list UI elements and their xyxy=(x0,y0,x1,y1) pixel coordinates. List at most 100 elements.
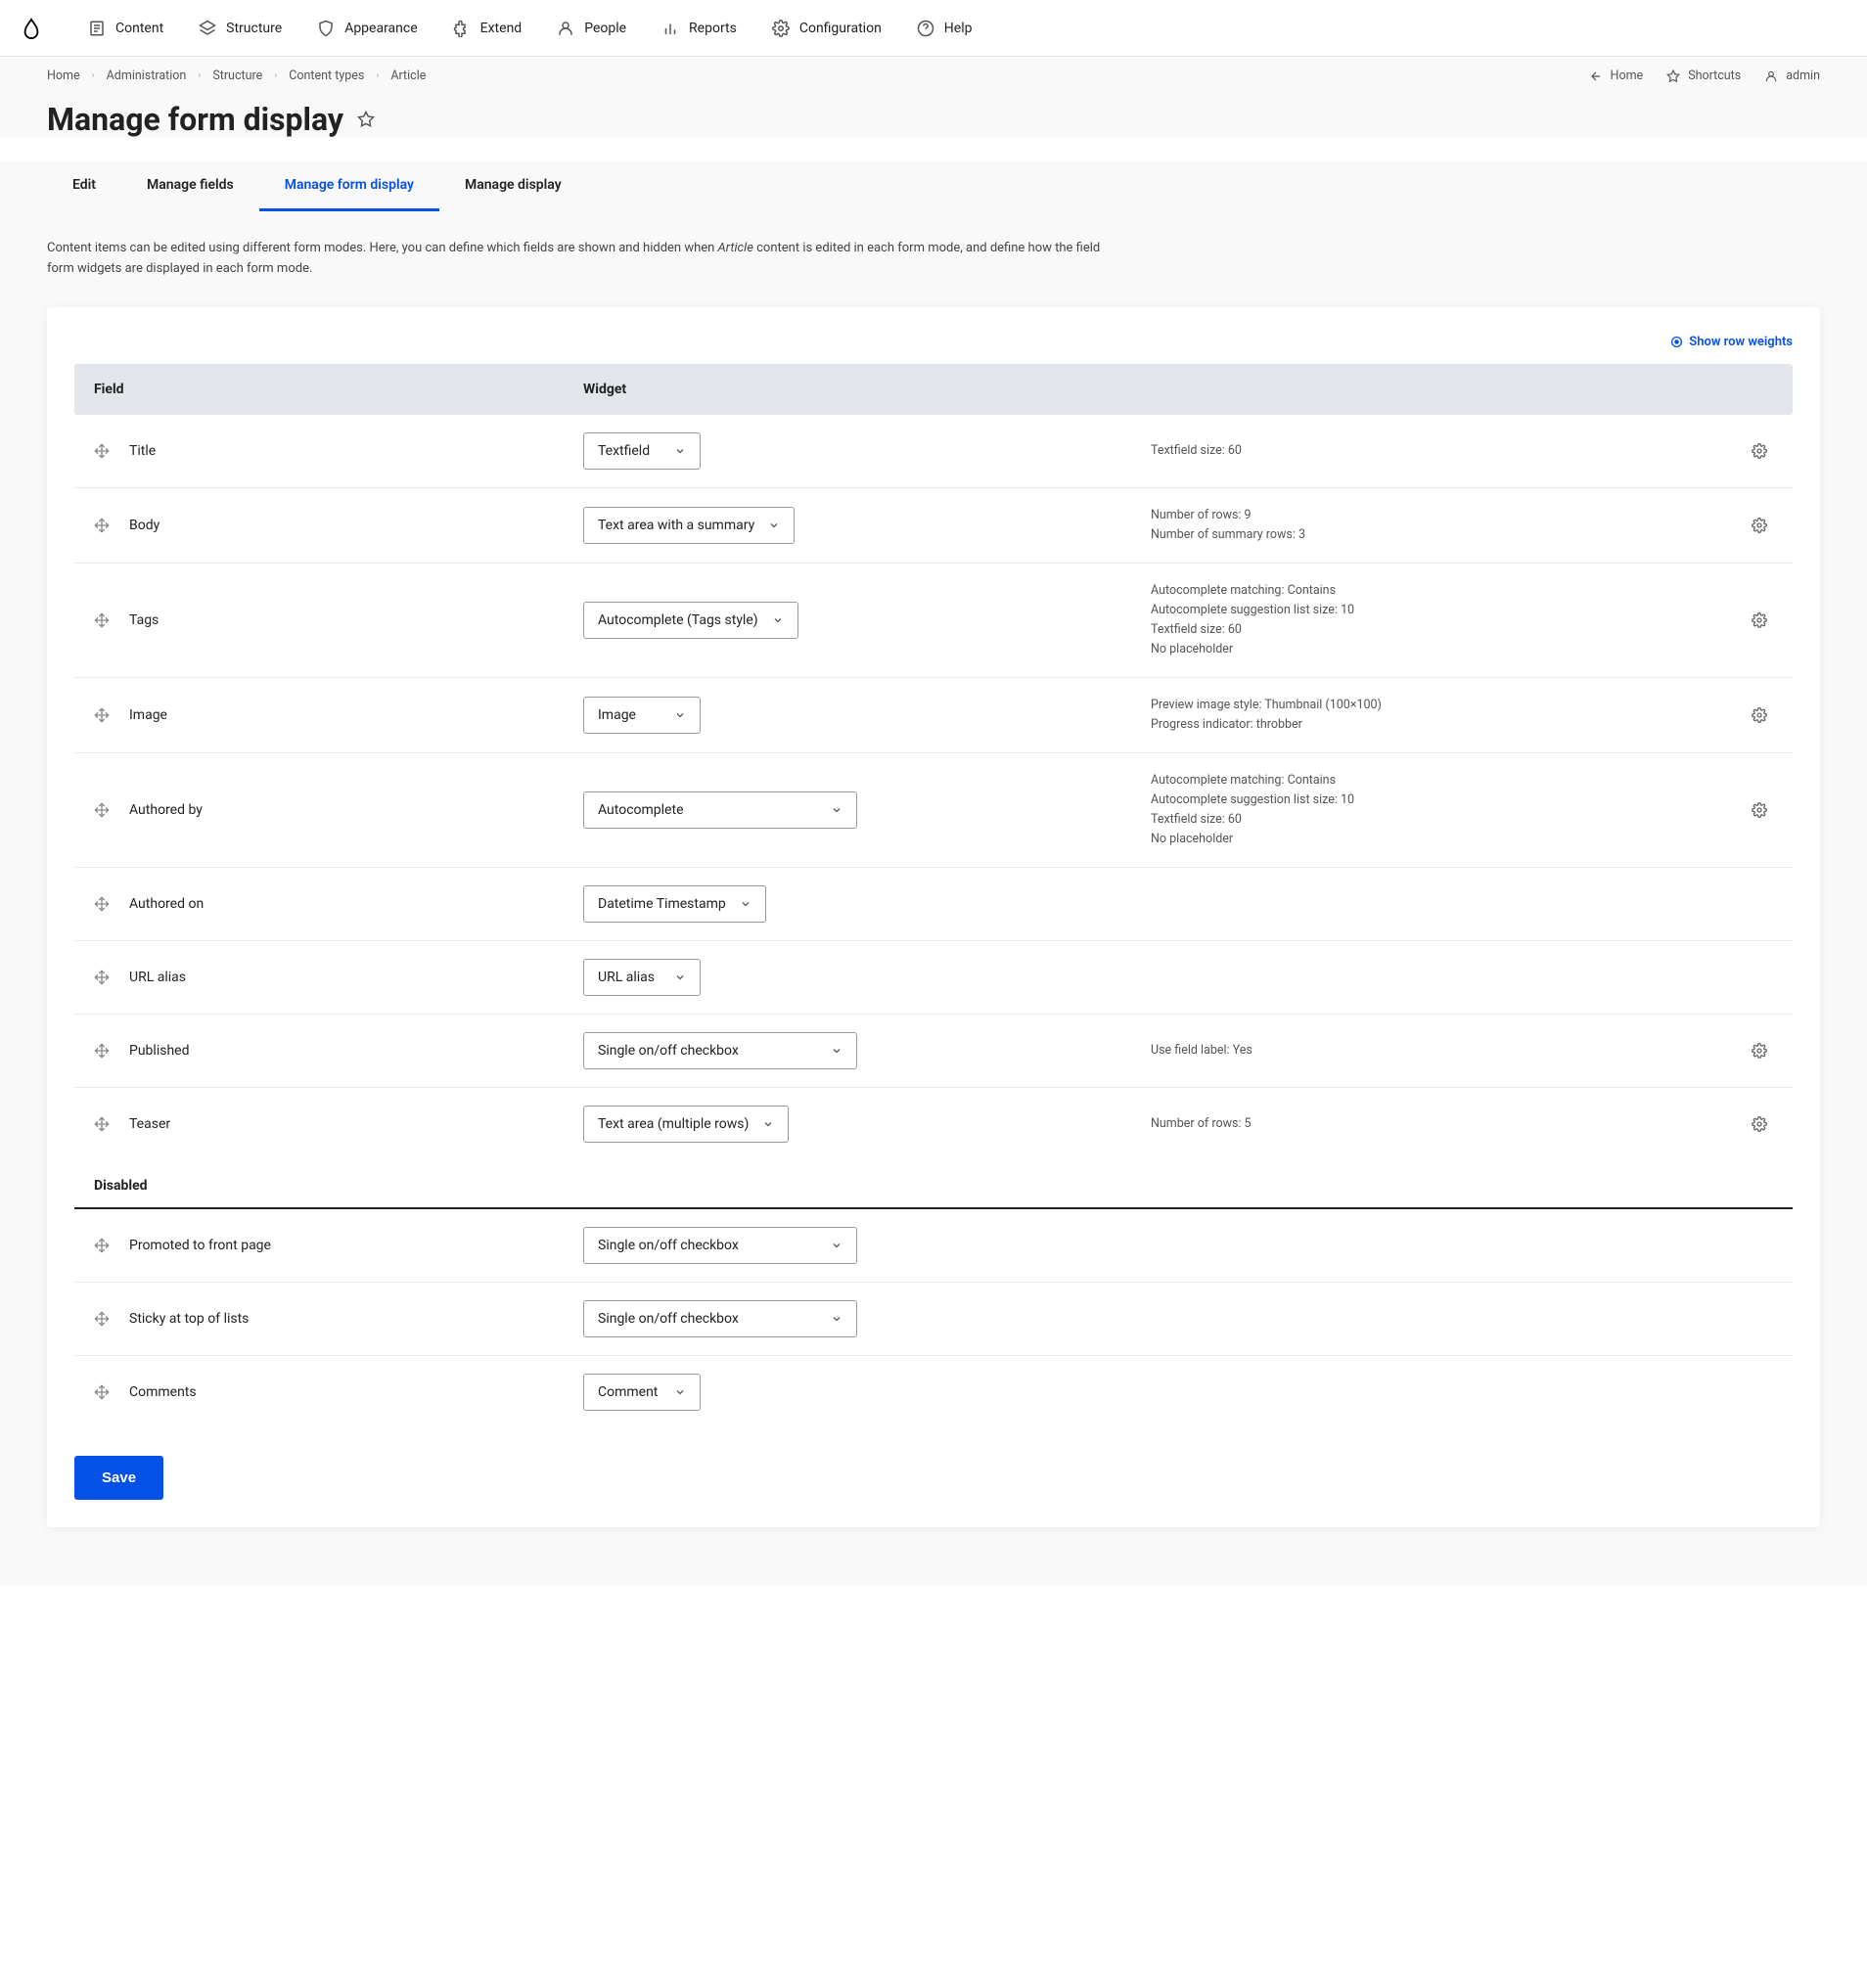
drag-handle-icon[interactable] xyxy=(94,1116,110,1132)
nav-label: Structure xyxy=(226,21,282,36)
tab-manage-form-display[interactable]: Manage form display xyxy=(259,161,439,211)
drag-handle-icon[interactable] xyxy=(94,1384,110,1400)
widget-select[interactable]: Image xyxy=(583,697,701,734)
drag-handle-icon[interactable] xyxy=(94,707,110,723)
show-row-weights-link[interactable]: Show row weights xyxy=(1670,335,1793,349)
summary-cell: Autocomplete matching: ContainsAutocompl… xyxy=(1151,581,1714,659)
nav-reports[interactable]: Reports xyxy=(644,0,754,57)
settings-button[interactable] xyxy=(1746,512,1773,539)
widget-select[interactable]: Autocomplete (Tags style) xyxy=(583,602,798,639)
widget-select[interactable]: Single on/off checkbox xyxy=(583,1032,857,1069)
field-name: Authored on xyxy=(129,896,204,912)
nav-people[interactable]: People xyxy=(539,0,644,57)
shortcuts-link[interactable]: Shortcuts xyxy=(1666,68,1741,83)
breadcrumb-sep: › xyxy=(92,70,95,81)
body: Content items can be edited using differ… xyxy=(0,211,1867,1586)
puzzle-icon xyxy=(453,20,471,37)
tab-manage-display[interactable]: Manage display xyxy=(439,161,587,211)
breadcrumb-item[interactable]: Content types xyxy=(289,68,364,83)
nav-label: Extend xyxy=(480,21,523,36)
field-name: Image xyxy=(129,707,167,723)
user-icon xyxy=(557,20,574,37)
gear-icon xyxy=(1752,707,1767,723)
settings-button[interactable] xyxy=(1746,437,1773,465)
widget-select[interactable]: Textfield xyxy=(583,432,701,470)
summary-cell: Number of rows: 5 xyxy=(1151,1114,1714,1134)
breadcrumb-item[interactable]: Administration xyxy=(107,68,187,83)
widget-select-value: Datetime Timestamp xyxy=(598,896,726,912)
drag-handle-icon[interactable] xyxy=(94,802,110,818)
drag-handle-icon[interactable] xyxy=(94,1238,110,1253)
intro-text: Content items can be edited using differ… xyxy=(47,239,1123,280)
widget-select[interactable]: Comment xyxy=(583,1374,701,1411)
breadcrumb-sep: › xyxy=(198,70,201,81)
nav-configuration[interactable]: Configuration xyxy=(754,0,899,57)
drag-handle-icon[interactable] xyxy=(94,970,110,985)
chevron-down-icon xyxy=(740,898,751,910)
drag-handle-icon[interactable] xyxy=(94,896,110,912)
nav-label: Content xyxy=(115,21,163,36)
widget-select-value: Single on/off checkbox xyxy=(598,1311,739,1327)
subbar: Home›Administration›Structure›Content ty… xyxy=(0,57,1867,83)
table-row: TitleTextfieldTextfield size: 60 xyxy=(74,415,1793,488)
table-row: ImageImagePreview image style: Thumbnail… xyxy=(74,678,1793,753)
settings-button[interactable] xyxy=(1746,1110,1773,1138)
widget-select-value: Comment xyxy=(598,1384,658,1400)
gear-icon xyxy=(1752,518,1767,533)
chevron-down-icon xyxy=(831,1045,842,1057)
widget-select-value: Single on/off checkbox xyxy=(598,1043,739,1059)
widget-select[interactable]: Text area (multiple rows) xyxy=(583,1106,789,1143)
star-icon[interactable] xyxy=(357,111,375,128)
drag-handle-icon[interactable] xyxy=(94,443,110,459)
drag-handle-icon[interactable] xyxy=(94,1311,110,1327)
drag-handle-icon[interactable] xyxy=(94,518,110,533)
settings-button[interactable] xyxy=(1746,701,1773,729)
field-name: Title xyxy=(129,443,156,459)
settings-button[interactable] xyxy=(1746,607,1773,634)
widget-select-value: Text area (multiple rows) xyxy=(598,1116,749,1132)
table-row: Tags Autocomplete (Tags style) Autocomplet… xyxy=(74,564,1793,678)
chevron-down-icon xyxy=(674,445,686,457)
summary-cell: Number of rows: 9Number of summary rows:… xyxy=(1151,506,1714,545)
chevron-down-icon xyxy=(772,614,784,626)
chevron-down-icon xyxy=(674,971,686,983)
chevron-down-icon xyxy=(674,1386,686,1398)
widget-select[interactable]: Single on/off checkbox xyxy=(583,1227,857,1264)
breadcrumb-item[interactable]: Structure xyxy=(212,68,262,83)
widget-select[interactable]: Datetime Timestamp xyxy=(583,885,766,923)
user-link[interactable]: admin xyxy=(1764,68,1820,83)
widget-select-value: Text area with a summary xyxy=(598,518,754,533)
nav-structure[interactable]: Structure xyxy=(181,0,299,57)
field-name: Teaser xyxy=(129,1116,170,1132)
settings-button[interactable] xyxy=(1746,1037,1773,1064)
drag-handle-icon[interactable] xyxy=(94,612,110,628)
breadcrumb-item[interactable]: Article xyxy=(390,68,426,83)
nav-help[interactable]: Help xyxy=(899,0,990,57)
breadcrumb-item[interactable]: Home xyxy=(47,68,80,83)
widget-select[interactable]: Single on/off checkbox xyxy=(583,1300,857,1337)
tab-manage-fields[interactable]: Manage fields xyxy=(121,161,259,211)
save-button[interactable]: Save xyxy=(74,1456,163,1500)
nav-extend[interactable]: Extend xyxy=(435,0,540,57)
tab-edit[interactable]: Edit xyxy=(47,161,121,211)
field-name: Tags xyxy=(129,612,159,628)
settings-button[interactable] xyxy=(1746,796,1773,824)
table-row: Authored on Datetime Timestamp xyxy=(74,868,1793,941)
widget-select[interactable]: URL alias xyxy=(583,959,701,996)
home-link[interactable]: Home xyxy=(1589,68,1644,83)
nav-appearance[interactable]: Appearance xyxy=(299,0,434,57)
field-name: Sticky at top of lists xyxy=(129,1311,249,1327)
nav-label: Configuration xyxy=(799,21,882,36)
form-display-card: Show row weights Field Widget TitleTextf… xyxy=(47,307,1820,1527)
summary-cell: Autocomplete matching: ContainsAutocompl… xyxy=(1151,771,1714,849)
nav-label: People xyxy=(584,21,626,36)
widget-select[interactable]: Autocomplete xyxy=(583,791,857,829)
field-name: Body xyxy=(129,518,159,533)
drupal-logo-icon[interactable] xyxy=(20,17,43,40)
table-row: URL aliasURL alias xyxy=(74,941,1793,1015)
drag-handle-icon[interactable] xyxy=(94,1043,110,1059)
nav-content[interactable]: Content xyxy=(70,0,181,57)
widget-select[interactable]: Text area with a summary xyxy=(583,507,795,544)
gear-icon xyxy=(1752,612,1767,628)
widget-select-value: URL alias xyxy=(598,970,655,985)
